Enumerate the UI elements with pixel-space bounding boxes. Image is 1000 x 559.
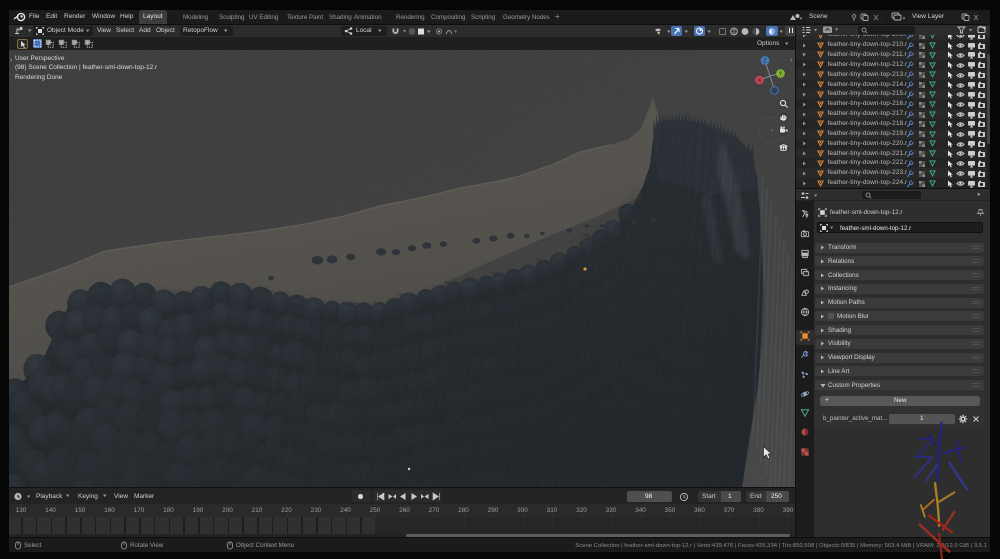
svg-text:Z: Z (763, 58, 766, 64)
